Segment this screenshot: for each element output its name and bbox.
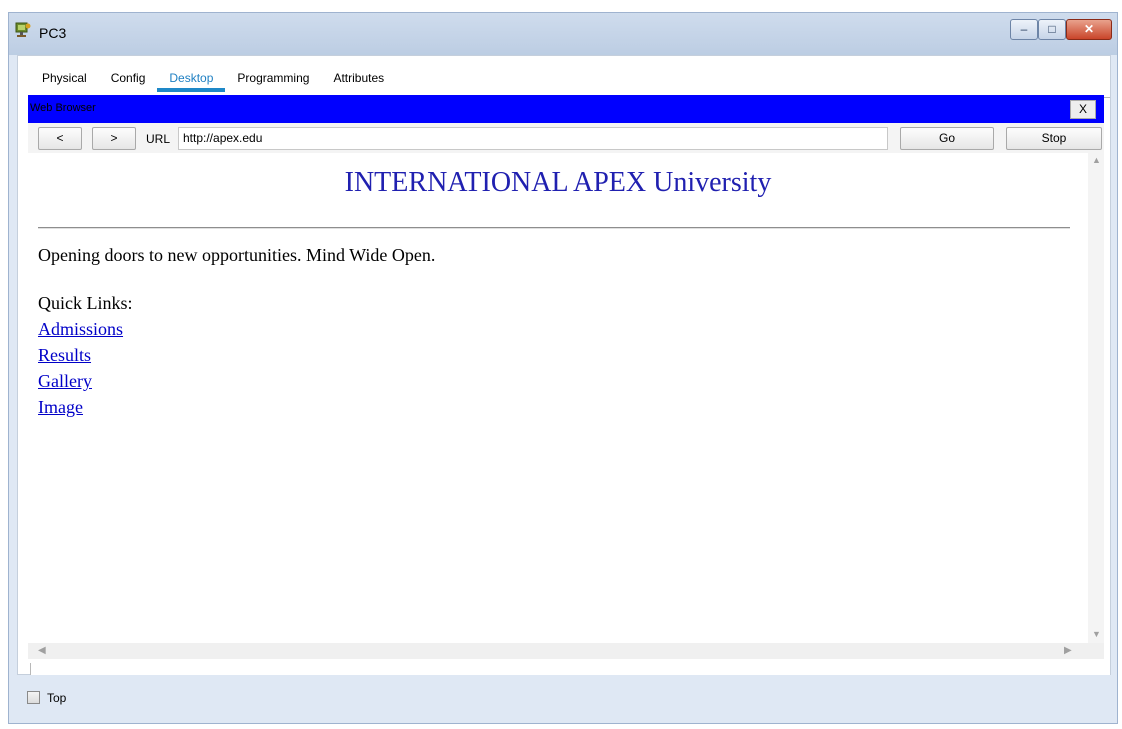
forward-button[interactable]: >	[92, 127, 136, 150]
tab-physical[interactable]: Physical	[30, 66, 99, 92]
horizontal-rule	[38, 227, 1070, 229]
page-tagline: Opening doors to new opportunities. Mind…	[38, 245, 436, 265]
vertical-scrollbar[interactable]: ▲ ▼	[1088, 153, 1104, 643]
tab-desktop[interactable]: Desktop	[157, 66, 226, 92]
horizontal-scrollbar[interactable]: ◀ ▶	[28, 643, 1104, 659]
tab-programming[interactable]: Programming	[225, 66, 321, 92]
quick-links-heading: Quick Links:	[38, 293, 133, 313]
link-image[interactable]: Image	[38, 397, 83, 418]
browser-title: Web Browser	[30, 102, 96, 114]
close-window-button[interactable]: ✕	[1066, 19, 1112, 40]
go-button[interactable]: Go	[900, 127, 994, 150]
url-input[interactable]: http://apex.edu	[178, 127, 888, 150]
browser-close-button[interactable]: X	[1070, 100, 1096, 119]
browser-nav-bar: < > URL http://apex.edu Go Stop	[28, 123, 1104, 153]
top-checkbox-label: Top	[47, 691, 67, 705]
scroll-up-icon[interactable]: ▲	[1092, 155, 1101, 165]
link-gallery[interactable]: Gallery	[38, 371, 92, 392]
page-heading: INTERNATIONAL APEX University	[344, 167, 772, 198]
minimize-button[interactable]: –	[1010, 19, 1038, 40]
link-admissions[interactable]: Admissions	[38, 319, 123, 340]
tab-attributes[interactable]: Attributes	[321, 66, 396, 92]
link-results[interactable]: Results	[38, 345, 91, 366]
maximize-button[interactable]: □	[1038, 19, 1066, 40]
web-browser: Web Browser X < > URL http://apex.edu Go…	[28, 95, 1104, 663]
browser-header: Web Browser X	[28, 95, 1104, 123]
scroll-left-icon[interactable]: ◀	[38, 645, 46, 656]
scroll-down-icon[interactable]: ▼	[1092, 629, 1101, 639]
stop-button[interactable]: Stop	[1006, 127, 1102, 150]
top-checkbox[interactable]	[27, 691, 40, 704]
tab-bar: Physical Config Desktop Programming Attr…	[30, 66, 396, 92]
window-title: PC3	[39, 25, 67, 41]
back-button[interactable]: <	[38, 127, 82, 150]
tab-config[interactable]: Config	[99, 66, 158, 92]
footer-bar: Top	[9, 675, 1119, 725]
scroll-right-icon[interactable]: ▶	[1064, 645, 1072, 656]
web-page-content: INTERNATIONAL APEX University Opening do…	[28, 153, 1088, 643]
title-bar[interactable]: PC3 – □ ✕	[9, 13, 1117, 55]
url-label: URL	[146, 132, 171, 146]
pc-icon	[15, 22, 31, 37]
